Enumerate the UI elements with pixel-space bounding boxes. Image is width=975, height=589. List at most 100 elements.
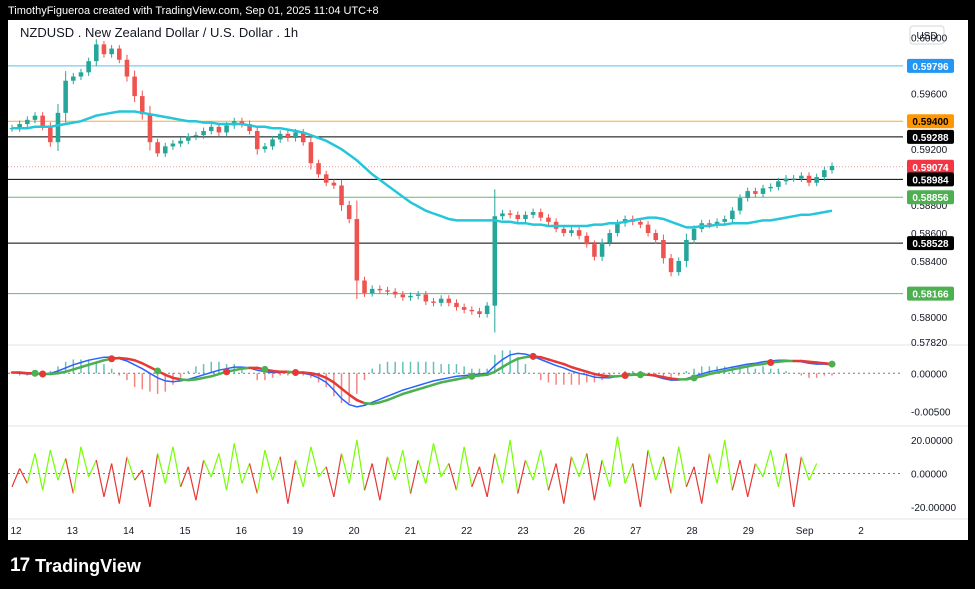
candle-body: [691, 228, 697, 240]
candle-body: [454, 302, 459, 308]
macd-cross-up-marker: [636, 371, 644, 379]
candle-body: [193, 135, 199, 137]
candle-body: [208, 126, 214, 132]
oscillator-segment: [19, 468, 28, 484]
oscillator-segment: [287, 460, 297, 504]
oscillator-segment: [448, 463, 458, 491]
time-tick-label: 14: [123, 526, 135, 537]
macd-signal-segment: [332, 381, 343, 390]
candle-body: [170, 143, 176, 147]
candle-body: [668, 258, 674, 273]
candle-body: [638, 221, 643, 225]
candle-body: [515, 214, 521, 220]
candle-body: [224, 125, 229, 133]
candle-body: [431, 301, 436, 303]
candle-body: [201, 131, 206, 136]
candle-body: [561, 228, 567, 234]
chart-area[interactable]: NZDUSD . New Zealand Dollar / U.S. Dolla…: [8, 20, 968, 540]
candle-body: [684, 240, 689, 261]
candle-body: [492, 216, 498, 306]
candle-body: [584, 235, 590, 245]
candle-body: [400, 294, 406, 298]
macd-cross-down-marker: [108, 355, 116, 363]
oscillator-segment: [586, 453, 596, 501]
macd-cross-down-marker: [223, 368, 231, 376]
candle-body: [285, 133, 291, 138]
candle-body: [760, 188, 766, 194]
chart-window: TimothyFigueroa created with TradingView…: [0, 0, 975, 589]
time-tick-label: 27: [630, 526, 642, 537]
oscillator-segment: [233, 443, 243, 484]
macd-signal-segment: [324, 376, 336, 384]
oscillator-segment: [708, 453, 718, 484]
time-tick-label: 2: [858, 526, 864, 537]
time-tick-label: 19: [292, 526, 304, 537]
oscillator-segment: [34, 453, 44, 491]
oscillator-tick-label: 20.00000: [911, 436, 953, 447]
oscillator-segment: [693, 466, 703, 504]
oscillator-segment: [716, 439, 726, 484]
candle-body: [94, 44, 99, 62]
time-tick-label: 21: [405, 526, 417, 537]
candle-body: [569, 230, 574, 234]
oscillator-segment: [417, 459, 427, 484]
candle-body: [117, 48, 122, 60]
oscillator-segment: [785, 453, 795, 508]
candle-body: [40, 115, 45, 127]
attribution-bar: TimothyFigueroa created with TradingView…: [8, 3, 379, 19]
candle-body: [645, 224, 651, 234]
candle-body: [178, 140, 183, 144]
candle-body: [362, 280, 367, 294]
candle-body: [308, 142, 314, 164]
oscillator-segment: [724, 439, 733, 491]
candle-body: [385, 290, 390, 292]
oscillator-segment: [187, 466, 197, 501]
candle-body: [408, 295, 413, 298]
macd-cross-down-marker: [529, 352, 537, 360]
oscillator-segment: [57, 458, 67, 481]
chart-canvas[interactable]: NZDUSD . New Zealand Dollar / U.S. Dolla…: [8, 20, 968, 540]
oscillator-segment: [655, 456, 664, 481]
time-tick-label: 12: [10, 526, 22, 537]
candle-body: [461, 307, 467, 310]
oscillator-segment: [348, 439, 358, 484]
candle-body: [277, 133, 283, 140]
price-tick-label: 0.58000: [911, 313, 948, 324]
oscillator-segment: [624, 463, 634, 484]
oscillator-segment: [747, 463, 756, 498]
candle-body: [546, 217, 551, 222]
level-tag-label: 0.58528: [912, 239, 949, 250]
macd-signal-segment: [347, 393, 359, 402]
oscillator-segment: [294, 459, 304, 488]
candle-body: [615, 223, 620, 234]
time-tick-label: 23: [517, 526, 529, 537]
oscillator-segment: [647, 449, 657, 481]
candle-body: [101, 44, 107, 55]
oscillator-segment: [471, 466, 481, 488]
macd-cross-down-marker: [767, 359, 775, 367]
candle-body: [254, 131, 260, 150]
oscillator-segment: [111, 463, 120, 504]
candle-body: [216, 126, 222, 133]
oscillator-segment: [149, 453, 159, 508]
oscillator-segment: [478, 466, 488, 498]
candle-body: [799, 175, 804, 179]
oscillator-segment: [302, 446, 312, 487]
candle-body: [484, 305, 490, 315]
time-tick-label: 28: [686, 526, 698, 537]
time-tick-label: Sep: [796, 526, 814, 537]
level-tag-label: 0.58984: [912, 175, 949, 186]
candle-body: [369, 288, 375, 294]
oscillator-segment: [793, 456, 802, 508]
oscillator-segment: [770, 449, 779, 488]
candle-body: [730, 210, 735, 220]
candle-body: [599, 242, 605, 257]
oscillator-segment: [264, 449, 274, 481]
candle-body: [346, 205, 352, 220]
candle-body: [707, 223, 712, 225]
candle-body: [423, 294, 429, 302]
candle-body: [822, 170, 827, 178]
oscillator-segment: [310, 446, 320, 477]
candle-body: [576, 230, 582, 236]
tradingview-logo[interactable]: 17 TradingView: [10, 555, 141, 577]
